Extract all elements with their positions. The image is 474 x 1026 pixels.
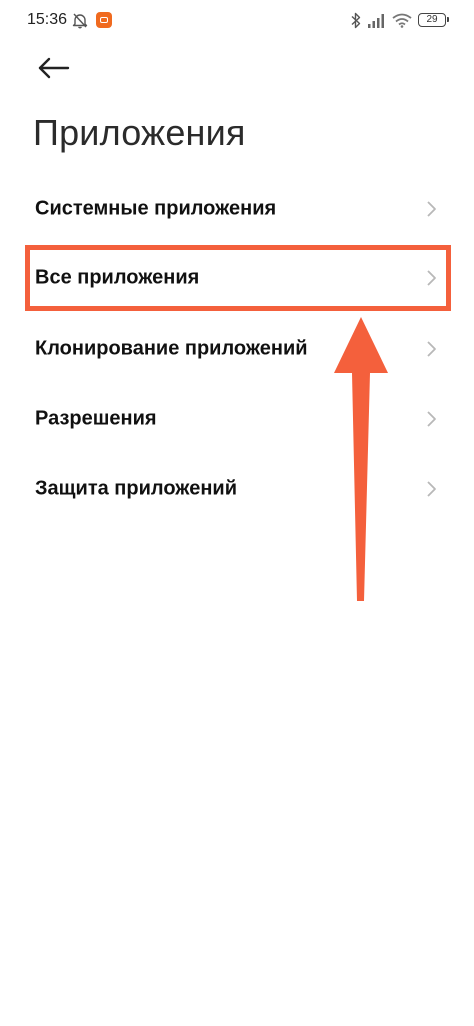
page-title: Приложения <box>33 112 246 153</box>
menu-item-app-lock[interactable]: Защита приложений <box>0 454 474 524</box>
menu-item-system-apps[interactable]: Системные приложения <box>0 174 474 244</box>
arrow-left-icon <box>38 57 70 79</box>
signal-icon <box>368 14 384 28</box>
chevron-right-icon <box>427 341 436 357</box>
menu-item-app-cloning[interactable]: Клонирование приложений <box>0 314 474 384</box>
chevron-right-icon <box>427 481 436 497</box>
menu-item-all-apps[interactable]: Все приложения <box>0 243 474 313</box>
wifi-icon <box>392 13 412 28</box>
back-button[interactable] <box>30 50 74 86</box>
menu-item-label: Все приложения <box>35 266 200 289</box>
alarm-off-icon <box>72 13 88 29</box>
chevron-right-icon <box>427 270 436 286</box>
status-bar: 15:36 29 <box>0 0 474 42</box>
menu-item-permissions[interactable]: Разрешения <box>0 384 474 454</box>
bluetooth-icon <box>351 12 361 29</box>
status-time: 15:36 <box>27 11 68 28</box>
menu-item-label: Системные приложения <box>35 197 277 220</box>
notification-app-icon <box>96 12 112 28</box>
menu-item-label: Клонирование приложений <box>35 337 308 360</box>
chevron-right-icon <box>427 201 436 217</box>
menu-item-label: Защита приложений <box>35 477 237 500</box>
chevron-right-icon <box>427 411 436 427</box>
battery-icon: 29 <box>418 13 449 27</box>
menu-item-label: Разрешения <box>35 407 157 430</box>
